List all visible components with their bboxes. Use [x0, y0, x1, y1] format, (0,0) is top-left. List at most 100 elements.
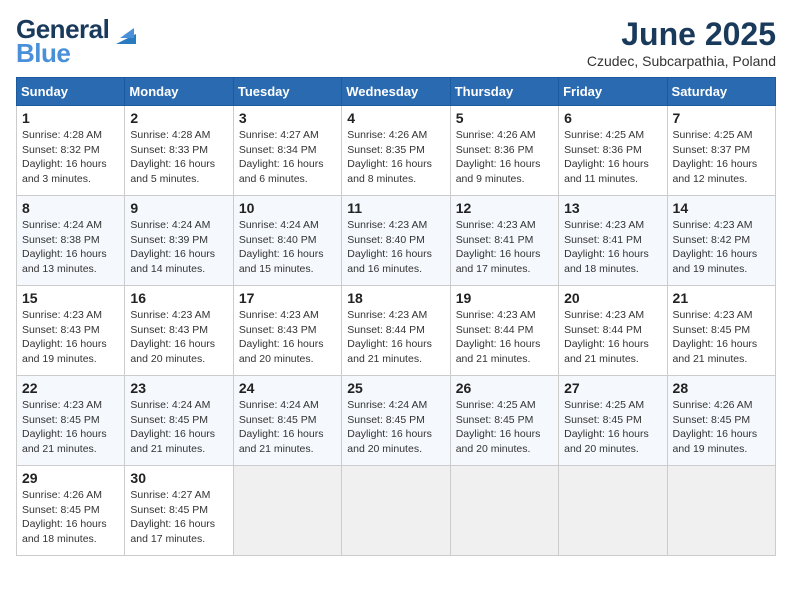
calendar-cell: 15Sunrise: 4:23 AMSunset: 8:43 PMDayligh…	[17, 286, 125, 376]
week-row-3: 15 Sunrise: 4:23 AMSunset: 8:43 PMDayligh…	[17, 286, 776, 376]
day-info: Sunrise: 4:26 AMSunset: 8:45 PMDaylight:…	[22, 488, 119, 547]
day-number: 12	[456, 200, 553, 216]
day-info: Sunrise: 4:24 AMSunset: 8:45 PMDaylight:…	[130, 398, 227, 457]
weekday-header-sunday: Sunday	[17, 78, 125, 106]
location: Czudec, Subcarpathia, Poland	[587, 53, 776, 69]
day-info: Sunrise: 4:23 AMSunset: 8:43 PMDaylight:…	[239, 308, 336, 367]
logo: General Blue	[16, 16, 136, 69]
week-row-5: 29 Sunrise: 4:26 AMSunset: 8:45 PMDayligh…	[17, 466, 776, 556]
day-number: 15	[22, 290, 119, 306]
calendar-cell	[667, 466, 775, 556]
day-number: 19	[456, 290, 553, 306]
day-info: Sunrise: 4:26 AMSunset: 8:35 PMDaylight:…	[347, 128, 444, 187]
day-number: 1	[22, 110, 119, 126]
day-info: Sunrise: 4:25 AMSunset: 8:45 PMDaylight:…	[564, 398, 661, 457]
day-number: 24	[239, 380, 336, 396]
day-number: 22	[22, 380, 119, 396]
weekday-header-tuesday: Tuesday	[233, 78, 341, 106]
calendar-cell: 16 Sunrise: 4:23 AMSunset: 8:43 PMDayligh…	[125, 286, 233, 376]
calendar-cell: 26Sunrise: 4:25 AMSunset: 8:45 PMDayligh…	[450, 376, 558, 466]
day-info: Sunrise: 4:25 AMSunset: 8:37 PMDaylight:…	[673, 128, 770, 187]
calendar-cell: 10 Sunrise: 4:24 AMSunset: 8:40 PMDayligh…	[233, 196, 341, 286]
calendar-cell	[233, 466, 341, 556]
calendar-cell: 22 Sunrise: 4:23 AMSunset: 8:45 PMDayligh…	[17, 376, 125, 466]
day-info: Sunrise: 4:23 AMSunset: 8:41 PMDaylight:…	[456, 218, 553, 277]
logo-blue: Blue	[16, 38, 70, 69]
calendar-cell: 5 Sunrise: 4:26 AMSunset: 8:36 PMDaylight…	[450, 106, 558, 196]
calendar-cell: 27Sunrise: 4:25 AMSunset: 8:45 PMDayligh…	[559, 376, 667, 466]
day-info: Sunrise: 4:24 AMSunset: 8:45 PMDaylight:…	[239, 398, 336, 457]
day-number: 5	[456, 110, 553, 126]
weekday-header-wednesday: Wednesday	[342, 78, 450, 106]
calendar-cell: 17 Sunrise: 4:23 AMSunset: 8:43 PMDayligh…	[233, 286, 341, 376]
day-number: 30	[130, 470, 227, 486]
day-info: Sunrise: 4:23 AMSunset: 8:40 PMDaylight:…	[347, 218, 444, 277]
week-row-4: 22 Sunrise: 4:23 AMSunset: 8:45 PMDayligh…	[17, 376, 776, 466]
day-info: Sunrise: 4:24 AMSunset: 8:45 PMDaylight:…	[347, 398, 444, 457]
calendar-cell: 30Sunrise: 4:27 AMSunset: 8:45 PMDayligh…	[125, 466, 233, 556]
day-info: Sunrise: 4:24 AMSunset: 8:38 PMDaylight:…	[22, 218, 119, 277]
calendar-cell: 6 Sunrise: 4:25 AMSunset: 8:36 PMDaylight…	[559, 106, 667, 196]
day-number: 23	[130, 380, 227, 396]
day-number: 2	[130, 110, 227, 126]
day-info: Sunrise: 4:25 AMSunset: 8:45 PMDaylight:…	[456, 398, 553, 457]
calendar-cell: 1 Sunrise: 4:28 AMSunset: 8:32 PMDaylight…	[17, 106, 125, 196]
day-number: 28	[673, 380, 770, 396]
calendar-cell: 12 Sunrise: 4:23 AMSunset: 8:41 PMDayligh…	[450, 196, 558, 286]
day-info: Sunrise: 4:28 AMSunset: 8:32 PMDaylight:…	[22, 128, 119, 187]
day-number: 10	[239, 200, 336, 216]
calendar-cell: 21 Sunrise: 4:23 AMSunset: 8:45 PMDayligh…	[667, 286, 775, 376]
day-number: 29	[22, 470, 119, 486]
title-block: June 2025 Czudec, Subcarpathia, Poland	[587, 16, 776, 69]
day-number: 8	[22, 200, 119, 216]
day-info: Sunrise: 4:23 AMSunset: 8:43 PMDaylight:…	[130, 308, 227, 367]
calendar-cell: 13 Sunrise: 4:23 AMSunset: 8:41 PMDayligh…	[559, 196, 667, 286]
day-info: Sunrise: 4:26 AMSunset: 8:36 PMDaylight:…	[456, 128, 553, 187]
calendar-cell: 23 Sunrise: 4:24 AMSunset: 8:45 PMDayligh…	[125, 376, 233, 466]
day-info: Sunrise: 4:23 AMSunset: 8:42 PMDaylight:…	[673, 218, 770, 277]
calendar-cell	[342, 466, 450, 556]
day-info: Sunrise: 4:24 AMSunset: 8:40 PMDaylight:…	[239, 218, 336, 277]
day-number: 7	[673, 110, 770, 126]
day-number: 18	[347, 290, 444, 306]
day-info: Sunrise: 4:26 AMSunset: 8:45 PMDaylight:…	[673, 398, 770, 457]
day-number: 11	[347, 200, 444, 216]
calendar-cell: 24 Sunrise: 4:24 AMSunset: 8:45 PMDayligh…	[233, 376, 341, 466]
day-number: 21	[673, 290, 770, 306]
day-info: Sunrise: 4:23 AMSunset: 8:45 PMDaylight:…	[673, 308, 770, 367]
week-row-2: 8 Sunrise: 4:24 AMSunset: 8:38 PMDaylight…	[17, 196, 776, 286]
day-number: 6	[564, 110, 661, 126]
calendar-cell	[450, 466, 558, 556]
weekday-header-monday: Monday	[125, 78, 233, 106]
calendar-cell: 14 Sunrise: 4:23 AMSunset: 8:42 PMDayligh…	[667, 196, 775, 286]
day-info: Sunrise: 4:25 AMSunset: 8:36 PMDaylight:…	[564, 128, 661, 187]
day-number: 17	[239, 290, 336, 306]
day-info: Sunrise: 4:27 AMSunset: 8:34 PMDaylight:…	[239, 128, 336, 187]
day-info: Sunrise: 4:23 AMSunset: 8:45 PMDaylight:…	[22, 398, 119, 457]
calendar-cell: 19 Sunrise: 4:23 AMSunset: 8:44 PMDayligh…	[450, 286, 558, 376]
weekday-header-saturday: Saturday	[667, 78, 775, 106]
day-info: Sunrise: 4:23 AMSunset: 8:44 PMDaylight:…	[456, 308, 553, 367]
weekday-header-friday: Friday	[559, 78, 667, 106]
day-info: Sunrise: 4:28 AMSunset: 8:33 PMDaylight:…	[130, 128, 227, 187]
calendar-cell	[559, 466, 667, 556]
day-info: Sunrise: 4:24 AMSunset: 8:39 PMDaylight:…	[130, 218, 227, 277]
weekday-header-thursday: Thursday	[450, 78, 558, 106]
calendar-cell: 11 Sunrise: 4:23 AMSunset: 8:40 PMDayligh…	[342, 196, 450, 286]
day-number: 13	[564, 200, 661, 216]
calendar-cell: 25Sunrise: 4:24 AMSunset: 8:45 PMDayligh…	[342, 376, 450, 466]
logo-triangle-icon	[116, 24, 136, 44]
day-number: 16	[130, 290, 227, 306]
month-title: June 2025	[587, 16, 776, 53]
day-number: 14	[673, 200, 770, 216]
calendar: SundayMondayTuesdayWednesdayThursdayFrid…	[16, 77, 776, 556]
calendar-cell: 3 Sunrise: 4:27 AMSunset: 8:34 PMDaylight…	[233, 106, 341, 196]
calendar-cell: 28 Sunrise: 4:26 AMSunset: 8:45 PMDayligh…	[667, 376, 775, 466]
calendar-cell: 18Sunrise: 4:23 AMSunset: 8:44 PMDayligh…	[342, 286, 450, 376]
calendar-cell: 20Sunrise: 4:23 AMSunset: 8:44 PMDayligh…	[559, 286, 667, 376]
day-number: 9	[130, 200, 227, 216]
calendar-cell: 2 Sunrise: 4:28 AMSunset: 8:33 PMDaylight…	[125, 106, 233, 196]
day-info: Sunrise: 4:23 AMSunset: 8:41 PMDaylight:…	[564, 218, 661, 277]
day-number: 3	[239, 110, 336, 126]
page-header: General Blue June 2025 Czudec, Subcarpat…	[16, 16, 776, 69]
